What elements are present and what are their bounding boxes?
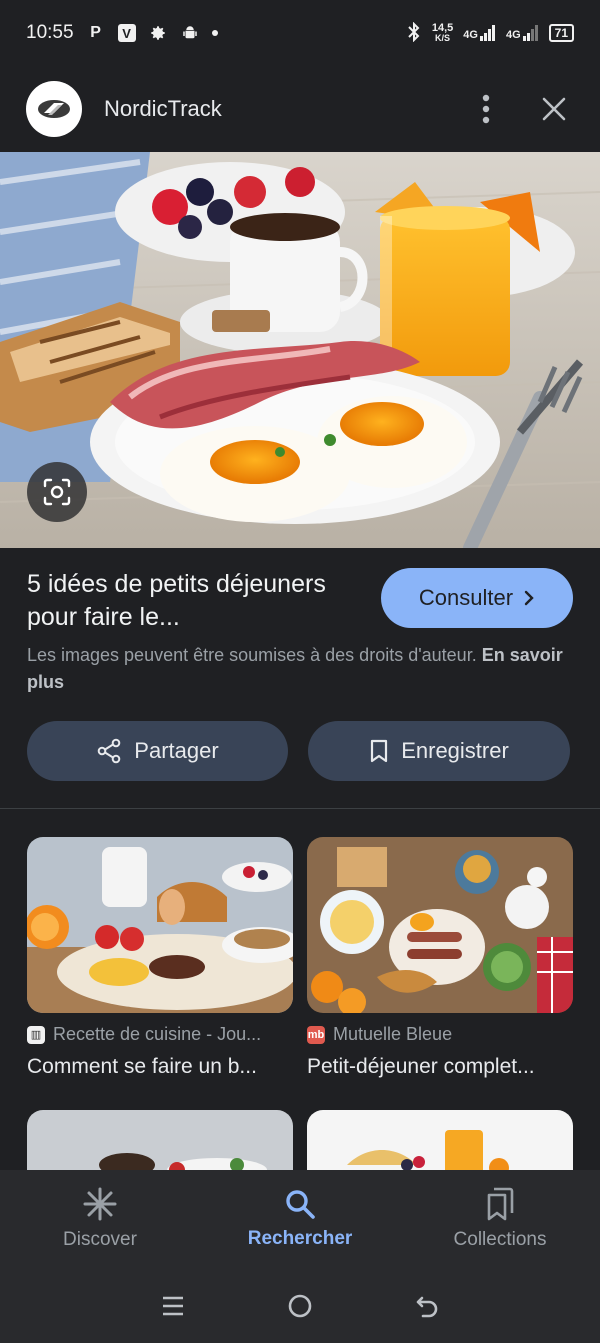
share-button[interactable]: Partager (27, 721, 288, 781)
status-bar: 10:55 P V 14,5 K/S 4G 4G 71 (0, 0, 600, 66)
breakfast-table-image (27, 837, 293, 1013)
site-logo[interactable] (26, 81, 82, 137)
recents-button[interactable] (148, 1281, 198, 1331)
related-title-1[interactable]: Comment se faire un b... (27, 1055, 293, 1079)
related-source-1[interactable]: ▥ Recette de cuisine - Jou... (27, 1024, 293, 1045)
android-icon (180, 23, 200, 43)
notification-dot-icon (211, 30, 218, 36)
nav-search[interactable]: Rechercher (200, 1170, 400, 1268)
bookmark-icon (371, 739, 388, 763)
close-button[interactable] (530, 85, 578, 133)
related-image-2[interactable] (307, 837, 573, 1013)
lens-icon (43, 478, 71, 506)
nav-discover-label: Discover (63, 1229, 137, 1250)
save-button-label: Enregistrer (401, 738, 509, 763)
clock: 10:55 (26, 22, 74, 43)
bottom-navigation: Discover Rechercher Collections (0, 1170, 600, 1268)
parking-icon: P (90, 24, 101, 41)
signal-1: 4G (463, 25, 496, 41)
copyright-text: Les images peuvent être soumises à des d… (27, 645, 477, 665)
result-title[interactable]: 5 idées de petits déjeuners pour faire l… (27, 568, 357, 634)
breakfast-spread-image (307, 837, 573, 1013)
related-image-1[interactable] (27, 837, 293, 1013)
recette-favicon-icon: ▥ (27, 1025, 45, 1044)
result-header: NordicTrack (0, 66, 600, 152)
asterisk-icon (83, 1187, 117, 1221)
signal-icon (522, 25, 538, 41)
signal-2: 4G (506, 25, 539, 41)
site-name[interactable]: NordicTrack (104, 96, 222, 122)
copyright-notice: Les images peuvent être soumises à des d… (27, 642, 567, 696)
nordictrack-logo-icon (38, 100, 70, 118)
section-divider (0, 808, 600, 809)
breakfast-image (0, 152, 600, 548)
visit-button-label: Consulter (418, 585, 514, 610)
result-image[interactable] (0, 152, 600, 548)
nav-collections[interactable]: Collections (400, 1170, 600, 1268)
more-options-button[interactable] (462, 85, 510, 133)
battery-icon: 71 (548, 24, 574, 42)
related-source-2[interactable]: mb Mutuelle Bleue (307, 1024, 573, 1045)
home-circle-icon (288, 1294, 312, 1317)
lens-search-button[interactable] (27, 462, 87, 522)
chevron-right-icon (524, 590, 534, 606)
share-button-label: Partager (134, 738, 219, 763)
home-button[interactable] (275, 1281, 325, 1331)
system-navigation (0, 1268, 600, 1343)
nav-search-label: Rechercher (247, 1228, 353, 1249)
mutuelle-bleue-favicon-icon: mb (307, 1025, 325, 1044)
save-button[interactable]: Enregistrer (308, 721, 570, 781)
settings-icon (148, 23, 168, 43)
collections-icon (487, 1187, 514, 1221)
network-speed: 14,5 K/S (431, 22, 454, 44)
share-icon (97, 738, 121, 764)
search-icon (286, 1190, 315, 1219)
back-icon (416, 1296, 437, 1317)
nav-discover[interactable]: Discover (0, 1170, 200, 1268)
related-source-1-label: Recette de cuisine - Jou... (53, 1024, 262, 1044)
nav-collections-label: Collections (453, 1229, 547, 1250)
related-source-2-label: Mutuelle Bleue (333, 1024, 453, 1044)
v-app-icon: V (117, 24, 136, 42)
related-title-2[interactable]: Petit-déjeuner complet... (307, 1055, 573, 1079)
signal-icon (479, 25, 495, 41)
close-icon (542, 97, 566, 121)
menu-icon (163, 1296, 184, 1315)
bluetooth-icon (406, 21, 422, 45)
back-button[interactable] (402, 1281, 452, 1331)
visit-button[interactable]: Consulter (381, 568, 573, 628)
more-vert-icon (482, 94, 490, 124)
